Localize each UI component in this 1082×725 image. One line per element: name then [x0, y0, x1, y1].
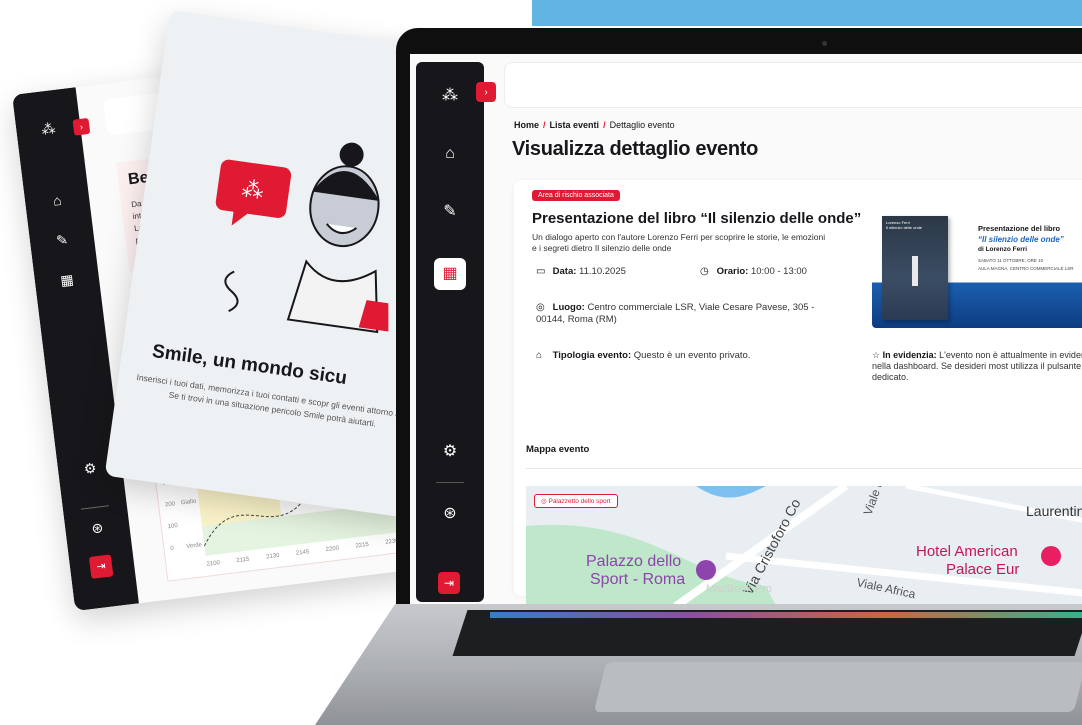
- sidebar-toggle[interactable]: ›: [476, 82, 496, 102]
- laptop-lid: ⁂ ⌂ ✎ ▦ ⚙ ⊛ ⇥ › Home / Lista eventi / Dettag…: [396, 28, 1082, 610]
- character-bun: [339, 142, 364, 167]
- location-pin-icon: ◎: [541, 498, 547, 505]
- background-panel: [532, 0, 1082, 26]
- event-time: ◷ Orario: 10:00 - 13:00: [700, 266, 807, 277]
- home-icon[interactable]: ⌂: [46, 189, 68, 211]
- chart-x-tick: 2215: [355, 542, 370, 550]
- map-label-palazzo: Palazzo dello: [586, 553, 681, 570]
- map-label-laurentina: Laurentin: [1026, 503, 1082, 519]
- breadcrumb-list[interactable]: Lista eventi: [550, 120, 600, 130]
- breadcrumb: Home / Lista eventi / Dettaglio evento: [514, 120, 675, 130]
- venue-pin-icon[interactable]: [696, 560, 716, 580]
- page-title: Visualizza dettaglio evento: [512, 138, 759, 160]
- touch-bar: [490, 612, 1082, 618]
- laptop-screen: ⁂ ⌂ ✎ ▦ ⚙ ⊛ ⇥ › Home / Lista eventi / Dettag…: [410, 54, 1082, 606]
- location-pin-icon: ◎: [536, 302, 545, 313]
- map-label-hotel-2: Palace Eur: [946, 561, 1019, 578]
- chart-y-tick: 200: [165, 501, 176, 508]
- edit-icon[interactable]: ✎: [51, 229, 73, 251]
- promo-line: “Il silenzio delle onde”: [978, 235, 1064, 244]
- event-promo-image: Lorenzo Ferri Il silenzio delle onde Pres…: [872, 208, 1082, 328]
- star-icon[interactable]: ☆: [872, 350, 880, 360]
- home-icon[interactable]: ⌂: [438, 142, 462, 166]
- gear-icon[interactable]: ⚙: [79, 457, 101, 479]
- highlight-info: ☆ In evidenzia: L'evento non è attualmen…: [872, 350, 1082, 382]
- trackpad: [593, 662, 1082, 712]
- help-icon[interactable]: ⊛: [86, 517, 108, 539]
- chart-x-tick: 2100: [206, 560, 221, 568]
- event-description: Un dialogo aperto con l'autore Lorenzo F…: [532, 232, 826, 253]
- logout-button[interactable]: ⇥: [88, 554, 114, 579]
- map-divider: [526, 468, 1082, 469]
- risk-area-badge: Area di rischio associata: [532, 190, 620, 201]
- chart-x-tick: 2130: [266, 553, 281, 561]
- chart-x-tick: 2115: [236, 556, 250, 564]
- gear-icon[interactable]: ⚙: [438, 440, 462, 464]
- squiggle-decoration: [224, 270, 239, 312]
- calendar-icon: ▭: [536, 266, 546, 277]
- edit-icon[interactable]: ✎: [438, 200, 462, 224]
- event-type: ⌂ Tipologia evento: Questo è un evento p…: [536, 350, 751, 361]
- help-icon[interactable]: ⊛: [438, 502, 462, 526]
- breadcrumb-home[interactable]: Home: [514, 120, 539, 130]
- map-location-chip[interactable]: ◎ Palazzetto dello sport: [534, 494, 618, 508]
- event-date: ▭ Data: 11.10.2025: [536, 266, 626, 277]
- map-section-title: Mappa evento: [526, 444, 590, 455]
- chart-y-tick: 100: [167, 523, 178, 530]
- hotel-pin-icon[interactable]: [1041, 546, 1061, 566]
- chart-x-tick: 2200: [325, 545, 340, 553]
- sidebar-divider: [80, 505, 109, 510]
- smile-logo-icon: ⁂: [240, 177, 265, 205]
- event-place: ◎ Luogo: Centro commerciale LSR, Viale C…: [536, 302, 815, 325]
- top-header: [504, 62, 1082, 108]
- promo-line: Presentazione del libro: [978, 224, 1061, 233]
- calendar-icon[interactable]: ▦: [56, 269, 78, 291]
- calendar-icon[interactable]: ▦: [438, 262, 462, 286]
- chart-series-label: Giallo: [181, 499, 198, 507]
- lock-icon: ⌂: [536, 350, 543, 361]
- camera-icon: [822, 41, 827, 46]
- laptop-brand: MacBook Pro: [705, 583, 773, 595]
- book-cover: Lorenzo Ferri Il silenzio delle onde: [882, 216, 948, 320]
- clock-icon: ◷: [700, 266, 709, 277]
- sidebar-divider: [436, 482, 464, 483]
- smile-logo-icon: ⁂: [40, 120, 57, 138]
- lighthouse-icon: [912, 256, 918, 286]
- promo-line: AULA MAGNA, CENTRO COMMERCIALE LSR: [978, 266, 1074, 271]
- promo-line: di Lorenzo Ferri: [978, 246, 1028, 253]
- chart-series-label: Verde: [186, 542, 203, 550]
- promo-line: SABATO 11 OTTOBRE, ORE 10: [978, 258, 1044, 263]
- chart-y-tick: 0: [170, 546, 175, 552]
- main-sidebar: ⁂ ⌂ ✎ ▦ ⚙ ⊛ ⇥: [416, 62, 484, 602]
- sidebar-toggle[interactable]: ›: [72, 117, 91, 136]
- breadcrumb-current: Dettaglio evento: [609, 120, 675, 130]
- chart-x-tick: 2145: [296, 549, 311, 557]
- map-label-hotel: Hotel American: [916, 543, 1018, 560]
- smile-logo-icon: ⁂: [442, 87, 458, 104]
- event-title: Presentazione del libro “Il silenzio del…: [532, 210, 862, 227]
